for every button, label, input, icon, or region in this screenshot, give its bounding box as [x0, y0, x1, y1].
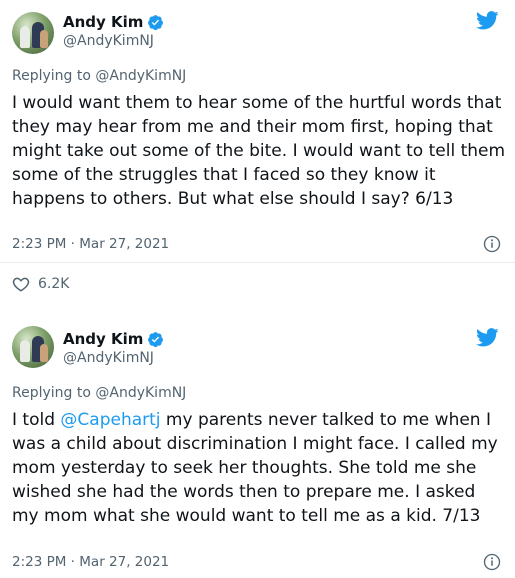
twitter-bird-icon[interactable]: [476, 328, 499, 347]
replying-to[interactable]: Replying to @AndyKimNJ: [12, 385, 186, 401]
info-icon[interactable]: [483, 553, 501, 571]
author-handle[interactable]: @AndyKimNJ: [63, 350, 154, 366]
tweet-card[interactable]: Andy Kim @AndyKimNJ Replying to @AndyKim…: [0, 0, 515, 300]
author-display-name[interactable]: Andy Kim: [63, 13, 143, 31]
tweet-text: I told @Capehartj my parents never talke…: [12, 408, 507, 528]
like-count: 6.2K: [38, 276, 70, 292]
replying-to[interactable]: Replying to @AndyKimNJ: [12, 68, 186, 84]
tweet-timestamp[interactable]: 2:23 PM · Mar 27, 2021: [12, 236, 169, 252]
tweet-timestamp[interactable]: 2:23 PM · Mar 27, 2021: [12, 554, 169, 570]
like-button[interactable]: 6.2K: [12, 275, 69, 293]
tweet-card[interactable]: Andy Kim @AndyKimNJ Replying to @AndyKim…: [0, 314, 515, 578]
author-handle[interactable]: @AndyKimNJ: [63, 33, 154, 49]
verified-badge-icon: [148, 14, 164, 30]
divider: [0, 262, 515, 263]
heart-icon: [12, 277, 30, 292]
twitter-bird-icon[interactable]: [476, 11, 499, 30]
author-display-name[interactable]: Andy Kim: [63, 330, 143, 348]
mention-link[interactable]: @Capehartj: [60, 410, 160, 430]
author-name-row[interactable]: Andy Kim: [63, 330, 164, 348]
tweet-text: I would want them to hear some of the hu…: [12, 93, 506, 209]
avatar[interactable]: [12, 12, 54, 54]
avatar[interactable]: [12, 326, 54, 368]
info-icon[interactable]: [483, 235, 501, 253]
tweet-text-start: I told: [12, 410, 61, 430]
author-name-row[interactable]: Andy Kim: [63, 13, 164, 31]
verified-badge-icon: [148, 331, 164, 347]
